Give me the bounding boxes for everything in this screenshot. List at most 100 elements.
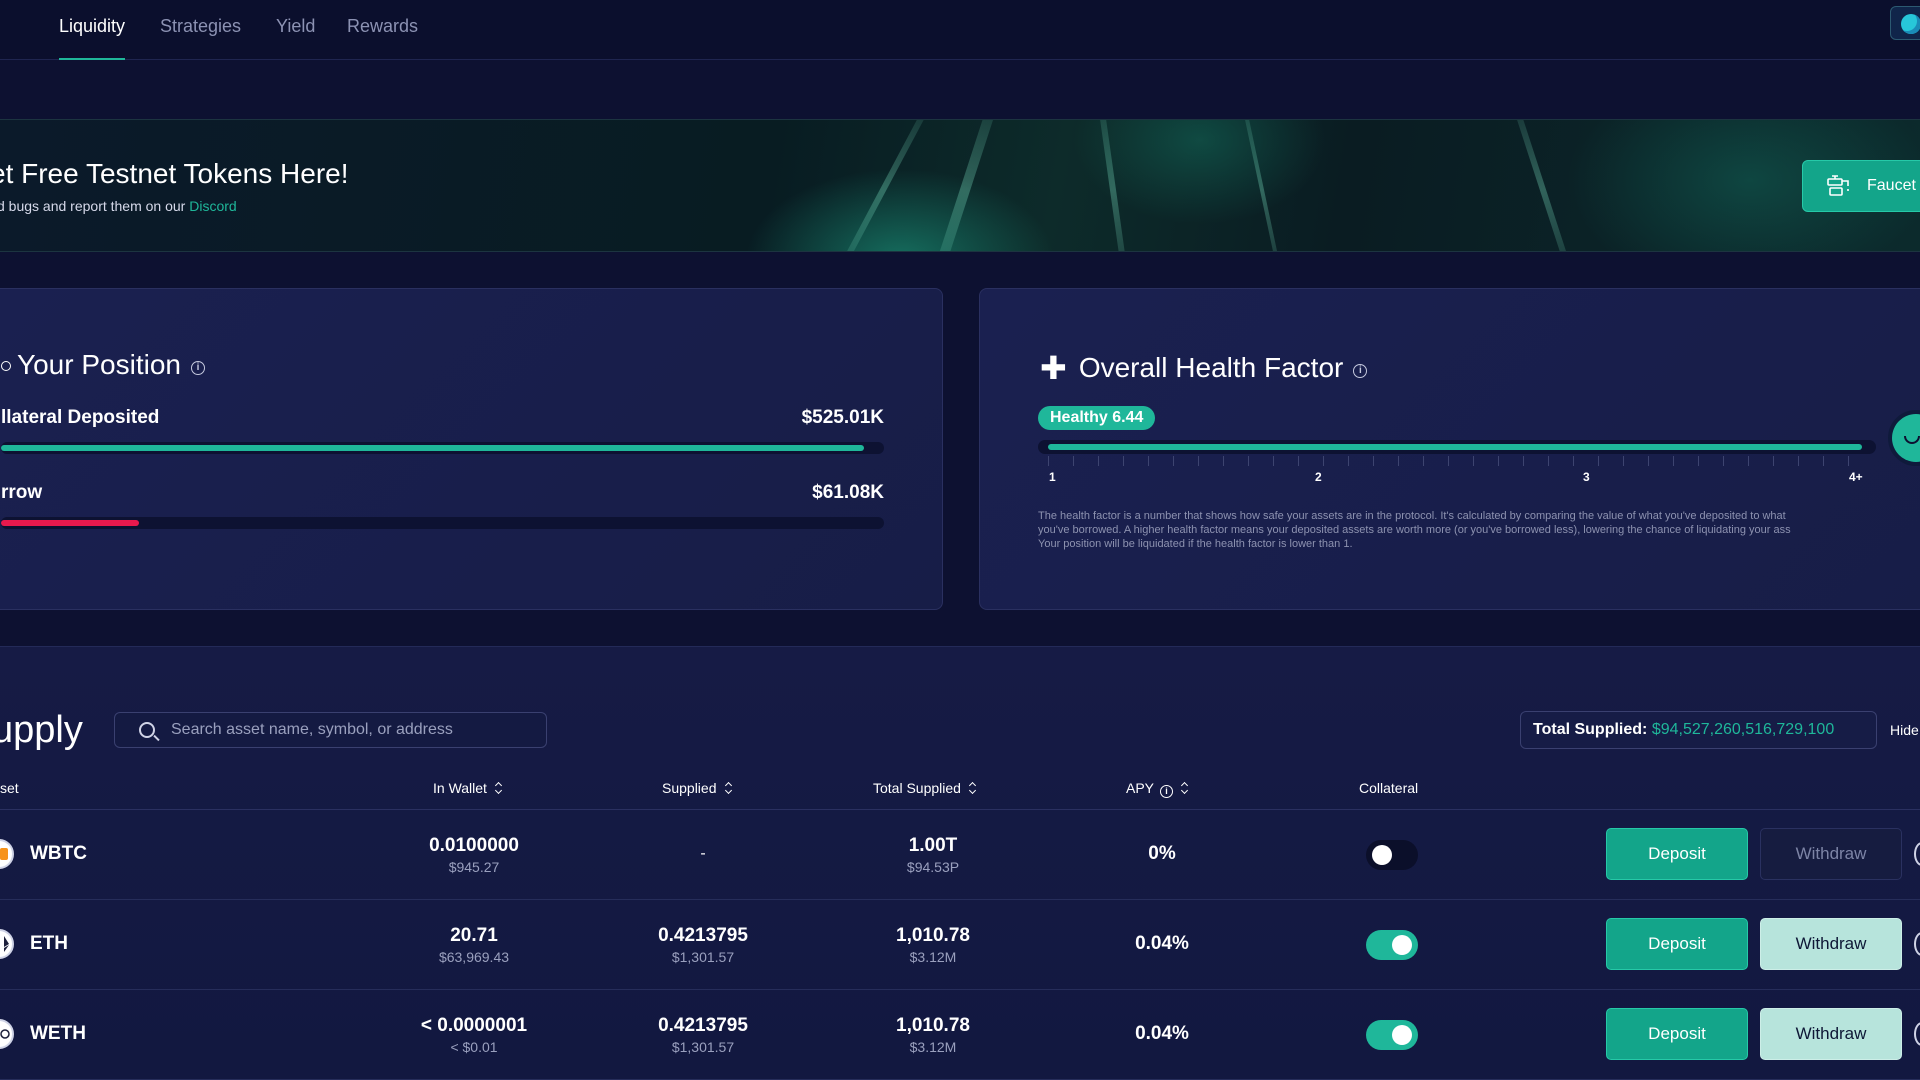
total-supplied-value: $94,527,260,516,729,100 [1651, 721, 1835, 738]
health-title: ✚ Overall Health Factor i [1040, 349, 1368, 387]
borrow-bar-fill [1, 520, 139, 526]
asset-name: WBTC [30, 843, 87, 864]
supplied-cell: - [613, 810, 793, 863]
discord-link[interactable]: Discord [189, 198, 236, 214]
apy-cell: 0.04% [1072, 900, 1252, 955]
wallet-amount: < 0.0000001 [420, 1015, 528, 1036]
wallet-amount: 0.0100000 [429, 835, 519, 856]
tick-label: 4+ [1849, 470, 1863, 484]
in-wallet-cell: 20.71 $63,969.43 [384, 900, 564, 965]
supply-section: upply Total Supplied: $94,527,260,516,72… [0, 646, 1920, 1080]
tab-rewards[interactable]: Rewards [347, 14, 418, 60]
apy-value: 0.04% [1135, 1023, 1189, 1044]
health-description-line: Your position will be liquidated if the … [1038, 538, 1353, 550]
banner-decoration [920, 120, 1010, 251]
search-input[interactable] [171, 720, 531, 740]
plus-icon: ✚ [1040, 350, 1067, 386]
info-icon[interactable]: i [1160, 785, 1174, 798]
faucet-icon [1827, 175, 1849, 196]
banner-decoration [1233, 120, 1291, 251]
faucet-button[interactable]: Faucet [1802, 160, 1920, 212]
borrow-bar [1, 517, 884, 529]
total-amount: 1,010.78 [896, 1015, 970, 1036]
globe-icon [1901, 14, 1920, 34]
eth-icon [0, 929, 14, 959]
smiley-mouth [1904, 436, 1920, 444]
column-header-apy[interactable]: APY i [1126, 780, 1189, 798]
column-header-label: Total Supplied [873, 780, 961, 796]
withdraw-button[interactable]: Withdraw [1760, 918, 1902, 970]
column-header-total-supplied[interactable]: Total Supplied [873, 780, 977, 796]
health-description-line: you've borrowed. A higher health factor … [1038, 524, 1791, 536]
supplied-cell: 0.4213795 $1,301.57 [613, 990, 793, 1055]
toggle-knob [1392, 935, 1412, 955]
apy-cell: 0.04% [1072, 990, 1252, 1045]
sort-icon [969, 782, 977, 794]
deposit-button[interactable]: Deposit [1606, 828, 1748, 880]
tab-liquidity[interactable]: Liquidity [59, 14, 126, 60]
toggle-knob [1372, 845, 1392, 865]
more-icon[interactable] [1914, 932, 1920, 956]
wbtc-icon-mark [0, 848, 8, 860]
collateral-toggle[interactable] [1366, 1020, 1418, 1050]
total-supplied-cell: 1.00T $94.53P [843, 810, 1023, 875]
health-badge: Healthy 6.44 [1038, 406, 1156, 430]
collateral-bar [1, 442, 884, 454]
column-header-label: APY [1126, 780, 1155, 796]
health-bar [1038, 440, 1876, 454]
weth-icon [0, 1019, 14, 1049]
sort-icon [1181, 782, 1189, 794]
total-usd: $3.12M [909, 1039, 957, 1055]
wallet-amount: 20.71 [450, 925, 498, 946]
column-header-supplied[interactable]: Supplied [662, 780, 733, 796]
more-icon[interactable] [1914, 842, 1920, 866]
total-usd: $3.12M [909, 949, 957, 965]
eth-icon-glyph [4, 936, 9, 952]
tab-strategies[interactable]: Strategies [160, 14, 241, 60]
deposit-button[interactable]: Deposit [1606, 1008, 1748, 1060]
wallet-usd: $63,969.43 [438, 949, 510, 965]
supplied-usd: $1,301.57 [671, 949, 735, 965]
position-card: Your Position i llateral Deposited $525.0… [0, 288, 943, 610]
apy-value: 0% [1148, 843, 1176, 864]
asset-name: WETH [30, 1023, 86, 1044]
banner-subtitle-text: d bugs and report them on our [0, 198, 190, 214]
toggle-knob [1392, 1025, 1412, 1045]
hide-button[interactable]: Hide [1890, 722, 1919, 738]
supplied-cell: 0.4213795 $1,301.57 [613, 900, 793, 965]
banner-decoration [819, 120, 947, 251]
banner-decoration [1091, 120, 1135, 251]
banner-title: et Free Testnet Tokens Here! [0, 158, 349, 189]
column-header-in-wallet[interactable]: In Wallet [433, 780, 503, 796]
collateral-toggle[interactable] [1366, 930, 1418, 960]
collateral-value: $525.01K [801, 407, 884, 428]
network-button[interactable] [1890, 6, 1920, 40]
search-box [114, 712, 547, 748]
apy-cell: 0% [1072, 810, 1252, 865]
table-row: WBTC 0.0100000 $945.27 - 1.00T $94.53P 0… [0, 810, 1920, 900]
collateral-bar-fill [1, 445, 864, 451]
borrow-label: rrow [1, 482, 43, 503]
tab-yield[interactable]: Yield [276, 14, 315, 60]
health-ticks [1048, 456, 1868, 466]
column-header-asset[interactable]: set [0, 780, 19, 796]
supplied-amount: 0.4213795 [658, 925, 748, 946]
info-icon[interactable]: i [190, 361, 205, 375]
supplied-usd: $1,301.57 [671, 1039, 735, 1055]
more-icon[interactable] [1914, 1022, 1920, 1046]
tick-label: 1 [1049, 470, 1056, 484]
info-icon[interactable]: i [1353, 364, 1368, 378]
sort-icon [495, 782, 503, 794]
banner-decoration [1499, 120, 1587, 251]
borrow-value: $61.08K [812, 482, 884, 503]
total-amount: 1.00T [908, 835, 958, 856]
collateral-toggle[interactable] [1366, 840, 1418, 870]
supply-title: upply [0, 709, 83, 751]
supplied-amount: - [700, 845, 706, 862]
withdraw-button[interactable]: Withdraw [1760, 1008, 1902, 1060]
deposit-button[interactable]: Deposit [1606, 918, 1748, 970]
withdraw-button[interactable]: Withdraw [1760, 828, 1902, 880]
sort-icon [725, 782, 733, 794]
table-row: ETH 20.71 $63,969.43 0.4213795 $1,301.57… [0, 900, 1920, 990]
total-supplied: Total Supplied: $94,527,260,516,729,100 [1520, 711, 1877, 749]
